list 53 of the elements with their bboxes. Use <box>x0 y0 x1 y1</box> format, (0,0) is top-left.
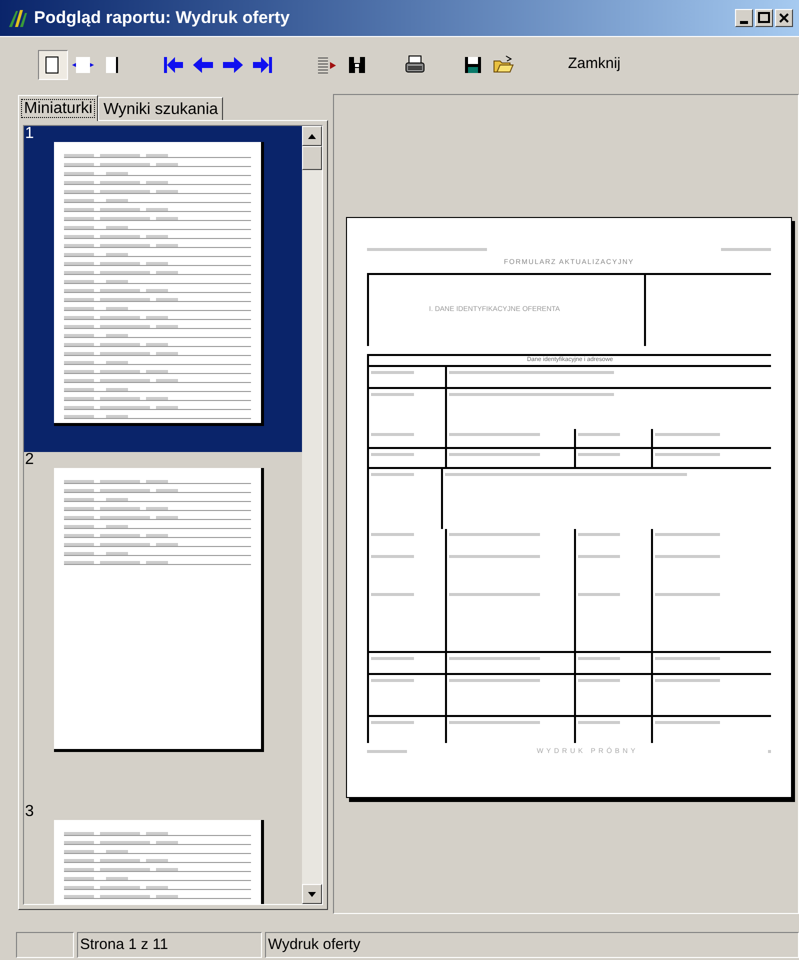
thumbnail[interactable]: 3 <box>24 804 302 904</box>
text-line <box>655 452 720 456</box>
text-line <box>578 432 620 436</box>
scroll-thumb[interactable] <box>302 146 322 170</box>
tab[interactable]: Wyniki szukania <box>98 97 224 120</box>
text-line <box>371 432 414 436</box>
tab[interactable]: Miniaturki <box>18 95 98 121</box>
text-line <box>655 592 720 596</box>
page-counter: Strona 1 z 11 <box>77 932 262 958</box>
thumbnail[interactable]: 2 <box>24 452 302 804</box>
text-line <box>578 678 620 682</box>
minimize-button[interactable] <box>735 9 753 27</box>
text-line <box>371 370 414 374</box>
whole-page-button[interactable] <box>38 50 68 80</box>
text-line <box>371 592 414 596</box>
page-number: 3 <box>24 804 35 820</box>
report-name: Wydruk oferty <box>265 932 799 958</box>
text-line <box>655 656 720 660</box>
text-line <box>655 432 720 436</box>
window-title: Podgląd raportu: Wydruk oferty <box>34 7 291 30</box>
text-line <box>578 720 620 724</box>
page-number: 1 <box>24 126 35 142</box>
text-line <box>371 678 414 682</box>
text-line <box>655 554 720 558</box>
minimize-icon <box>740 20 748 24</box>
scroll-down-icon <box>308 892 316 896</box>
text-line <box>655 532 720 536</box>
text-line <box>371 392 414 396</box>
text-line <box>371 452 414 456</box>
close-report-button[interactable]: Zamknij <box>562 50 627 80</box>
maximize-button[interactable] <box>755 9 773 27</box>
text-line <box>578 592 620 596</box>
scrollbar[interactable] <box>302 126 322 904</box>
text-line <box>655 720 720 724</box>
text-line <box>371 472 414 476</box>
text-line <box>371 532 414 536</box>
text-line <box>371 656 414 660</box>
text-line <box>367 750 407 754</box>
status-panel <box>16 932 74 958</box>
text-line <box>371 720 414 724</box>
app-logo-icon <box>6 7 28 29</box>
text-line <box>578 554 620 558</box>
text-line <box>578 532 620 536</box>
thumbnail[interactable]: 1 <box>24 126 302 452</box>
text-line <box>655 678 720 682</box>
maximize-icon <box>756 10 772 26</box>
text-line <box>578 452 620 456</box>
page-number: 2 <box>24 452 35 468</box>
scroll-up-icon <box>308 134 316 138</box>
text-line <box>578 656 620 660</box>
close-button[interactable] <box>775 9 793 27</box>
text-line <box>721 248 771 251</box>
text-line <box>371 554 414 558</box>
